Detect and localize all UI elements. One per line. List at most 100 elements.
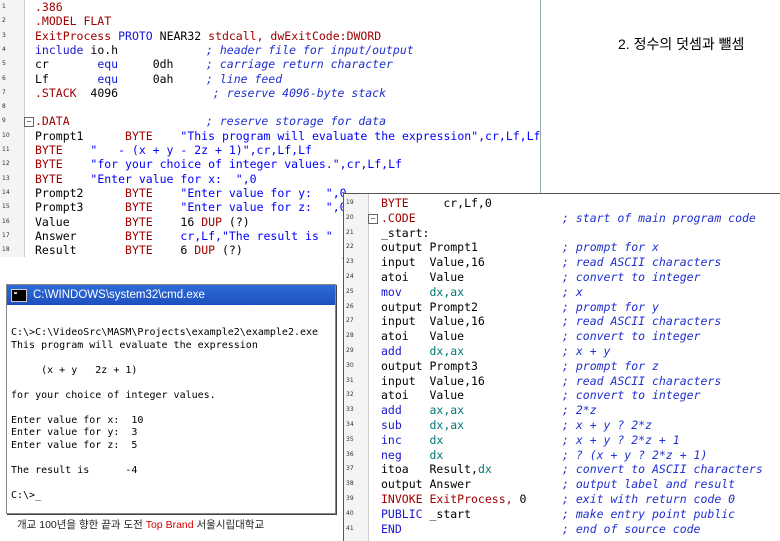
code-token: BYTE bbox=[125, 243, 181, 258]
code-text: inc dx bbox=[381, 433, 443, 447]
code-text: atoi Value bbox=[381, 388, 464, 402]
code-comment: ; read ASCII characters bbox=[562, 373, 722, 388]
line-number: 34 bbox=[346, 421, 354, 428]
line-number: 33 bbox=[346, 406, 354, 414]
code-comment: ; end of source code bbox=[562, 521, 701, 536]
line-number: 21 bbox=[346, 228, 354, 236]
line-number: 7 bbox=[2, 88, 6, 96]
cmd-titlebar[interactable]: C:\WINDOWS\system32\cmd.exe bbox=[7, 285, 335, 305]
code-text: Result BYTE 6 DUP (?) bbox=[35, 243, 243, 257]
code-token: END bbox=[381, 521, 402, 536]
footer-brand: Top Brand bbox=[145, 519, 194, 531]
code-token: BYTE bbox=[35, 171, 91, 186]
code-token: Lf bbox=[35, 71, 98, 86]
code-token: cr bbox=[35, 57, 98, 72]
code-token: BYTE bbox=[125, 214, 181, 229]
code-line: 13 BYTE "Enter value for x: ",0 bbox=[0, 172, 540, 186]
line-number: 13 bbox=[2, 174, 10, 182]
line-number: 38 bbox=[346, 480, 354, 488]
fold-toggle-icon[interactable]: − bbox=[24, 117, 34, 128]
code-token: Result bbox=[35, 243, 126, 258]
code-comment: ; convert to ASCII characters bbox=[562, 462, 763, 477]
code-token: ax,ax bbox=[429, 403, 465, 418]
line-number: 27 bbox=[346, 317, 354, 325]
source-editor-bottom: 19 BYTE cr,Lf,0 20 − .CODE ; start of main pr… bbox=[343, 193, 780, 541]
code-token: Prompt1 bbox=[35, 128, 126, 143]
code-token: .CODE bbox=[381, 210, 416, 225]
cmd-icon bbox=[11, 288, 27, 302]
code-text: ExitProcess PROTO NEAR32 stdcall, dwExit… bbox=[35, 29, 381, 43]
code-token: BYTE bbox=[125, 228, 181, 243]
code-text: .STACK 4096 bbox=[35, 86, 118, 100]
line-number: 25 bbox=[346, 287, 354, 295]
code-line: 30 output Prompt3 ; prompt for z bbox=[344, 359, 780, 373]
code-comment: ; carriage return character bbox=[206, 57, 393, 72]
code-text: Prompt1 BYTE "This program will evaluate… bbox=[35, 129, 540, 143]
code-token: cr,Lf,0 bbox=[443, 196, 492, 210]
code-comment: ; prompt for x bbox=[562, 240, 659, 255]
code-line: 39 INVOKE ExitProcess, 0 ; exit with retur… bbox=[344, 492, 780, 506]
code-comment: ; read ASCII characters bbox=[562, 314, 722, 329]
code-token: neg bbox=[381, 447, 430, 462]
code-text: add ax,ax bbox=[381, 403, 464, 417]
code-comment: ; read ASCII characters bbox=[562, 255, 722, 270]
code-line: 40 PUBLIC _start ; make entry point public bbox=[344, 507, 780, 521]
code-comment: ; 2*z bbox=[562, 403, 597, 418]
code-text: BYTE "for your choice of integer values.… bbox=[35, 157, 402, 171]
code-token: Result, bbox=[429, 462, 478, 477]
code-token: BYTE bbox=[125, 185, 181, 200]
code-token: ExitProcess, bbox=[429, 492, 520, 506]
line-number: 23 bbox=[346, 258, 354, 266]
line-number: 3 bbox=[2, 31, 6, 39]
line-number: 14 bbox=[2, 188, 10, 196]
code-line: 12 BYTE "for your choice of integer value… bbox=[0, 157, 540, 171]
cmd-window[interactable]: C:\WINDOWS\system32\cmd.exe C:\>C:\Video… bbox=[6, 284, 336, 514]
code-token: .STACK bbox=[35, 85, 91, 100]
code-line: 28 atoi Value ; convert to integer bbox=[344, 329, 780, 343]
code-token: .386 bbox=[35, 0, 63, 14]
code-line: 25 mov dx,ax ; x bbox=[344, 285, 780, 299]
code-token: NEAR32 bbox=[159, 28, 209, 43]
code-token: add bbox=[381, 344, 430, 358]
code-token: equ bbox=[97, 71, 153, 86]
code-comment: ; output label and result bbox=[562, 477, 736, 492]
code-comment: ; prompt for y bbox=[562, 299, 659, 314]
code-token: ExitProcess bbox=[35, 28, 119, 43]
code-text: END bbox=[381, 522, 402, 536]
line-number: 35 bbox=[346, 435, 354, 443]
code-comment: ; prompt for z bbox=[562, 358, 659, 373]
line-number: 22 bbox=[346, 243, 354, 251]
console-line: This program will evaluate the expressio… bbox=[11, 339, 258, 351]
code-line: 4 include io.h ; header file for input/out… bbox=[0, 43, 540, 57]
code-line: 38 output Answer ; output label and result bbox=[344, 477, 780, 491]
code-token: include bbox=[35, 42, 91, 57]
code-line: 26 output Prompt2 ; prompt for y bbox=[344, 300, 780, 314]
console-line: Enter value for z: 5 bbox=[11, 439, 138, 451]
code-comment: ; line feed bbox=[206, 71, 283, 86]
code-line: 33 add ax,ax ; 2*z bbox=[344, 403, 780, 417]
code-text: Lf equ 0ah bbox=[35, 72, 173, 86]
code-token: input bbox=[381, 314, 430, 329]
code-token: Prompt3 bbox=[429, 358, 478, 373]
code-token: "Enter value for z: ",0 bbox=[180, 200, 347, 215]
code-token: PROTO bbox=[118, 28, 160, 43]
fold-toggle-icon[interactable]: − bbox=[368, 213, 378, 224]
line-number: 32 bbox=[346, 391, 354, 399]
code-text: .CODE bbox=[381, 211, 416, 225]
code-token: (?) bbox=[228, 214, 250, 229]
code-text: input Value,16 bbox=[381, 314, 485, 328]
line-number: 9 bbox=[2, 117, 6, 125]
code-comment: ; convert to integer bbox=[562, 388, 701, 403]
code-line: 29 add dx,ax ; x + y bbox=[344, 344, 780, 358]
code-comment: ; x bbox=[562, 284, 583, 299]
code-text: neg dx bbox=[381, 448, 443, 462]
code-token: stdcall, bbox=[208, 28, 271, 43]
code-token: input bbox=[381, 255, 430, 270]
line-number: 6 bbox=[2, 74, 6, 82]
code-comment: ; convert to integer bbox=[562, 270, 701, 284]
code-token: Value bbox=[35, 214, 126, 229]
code-text: mov dx,ax bbox=[381, 285, 464, 299]
code-line: 34 sub dx,ax ; x + y ? 2*z bbox=[344, 418, 780, 432]
